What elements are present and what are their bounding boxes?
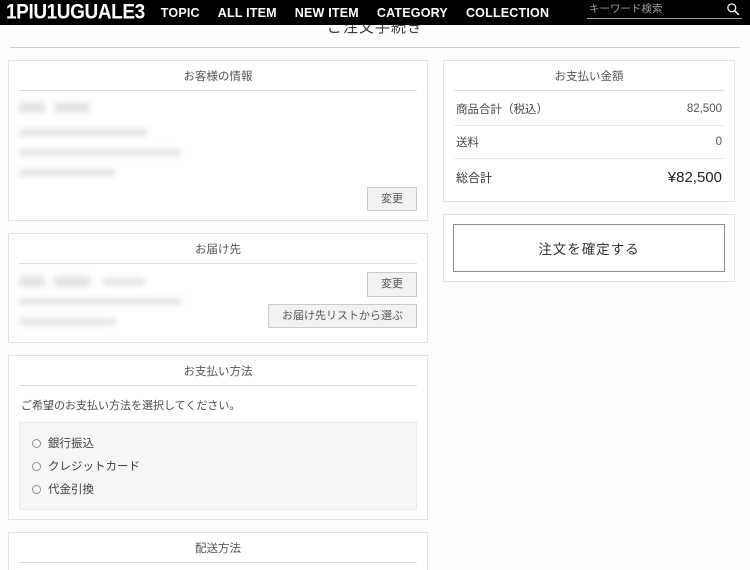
- payment-option-label: 代金引換: [48, 481, 94, 497]
- summary-value: 82,500: [687, 103, 722, 115]
- shipping-method-title: 配送方法: [19, 533, 417, 563]
- customer-phone-redacted: [19, 165, 417, 179]
- customer-info-actions: 変更: [19, 187, 417, 211]
- payment-option-bank-transfer[interactable]: 銀行振込: [32, 432, 404, 455]
- summary-label: 送料: [456, 134, 479, 150]
- radio-unchecked-icon[interactable]: [32, 462, 41, 471]
- summary-value: 0: [716, 136, 722, 148]
- address-change-button[interactable]: 変更: [367, 272, 417, 296]
- summary-row-shipping-fee: 送料 0: [454, 126, 724, 159]
- shipping-address-body: 変更 お届け先リストから選ぶ: [9, 264, 427, 342]
- payment-option-label: クレジットカード: [48, 458, 140, 474]
- nav-item-category[interactable]: CATEGORY: [377, 6, 448, 20]
- summary-row-grand-total: 総合計 ¥82,500: [454, 159, 724, 195]
- search-input[interactable]: [587, 3, 726, 16]
- order-confirm-card: 注文を確定する: [443, 214, 735, 282]
- payment-summary-body: 商品合計（税込） 82,500 送料 0 総合計 ¥82,500: [444, 91, 734, 201]
- nav-item-topic[interactable]: TOPIC: [161, 6, 200, 20]
- summary-label: 商品合計（税込）: [456, 101, 548, 117]
- search-icon[interactable]: [726, 2, 740, 16]
- shipping-method-card: 配送方法 佐川急便 最短日でのお届けとなります。: [8, 532, 428, 570]
- payment-method-title: お支払い方法: [19, 356, 417, 386]
- customer-info-body: 変更: [9, 91, 427, 220]
- site-header: 1PIU1UGUALE3 TOPIC ALL ITEM NEW ITEM CAT…: [0, 0, 750, 25]
- payment-method-card: お支払い方法 ご希望のお支払い方法を選択してください。 銀行振込 クレジットカー…: [8, 355, 428, 520]
- radio-unchecked-icon[interactable]: [32, 485, 41, 494]
- nav-item-all-item[interactable]: ALL ITEM: [218, 6, 277, 20]
- summary-total-label: 総合計: [456, 169, 492, 186]
- page-title: ご注文手続き: [0, 25, 750, 37]
- checkout-layout: お客様の情報 変更 お届け先: [0, 51, 750, 570]
- title-divider: [10, 47, 740, 48]
- nav-item-collection[interactable]: COLLECTION: [466, 6, 549, 20]
- shipping-address-actions: 変更 お届け先リストから選ぶ: [268, 272, 417, 335]
- checkout-right-column: お支払い金額 商品合計（税込） 82,500 送料 0 総合計 ¥82,500 …: [443, 60, 735, 294]
- payment-method-body: ご希望のお支払い方法を選択してください。 銀行振込 クレジットカード 代金引換: [9, 386, 427, 519]
- customer-address-redacted: [19, 145, 417, 159]
- page-title-band: ご注文手続き: [0, 25, 750, 51]
- payment-method-instruction: ご希望のお支払い方法を選択してください。: [19, 395, 417, 422]
- shipping-address-title: お届け先: [19, 234, 417, 264]
- summary-total-value: ¥82,500: [668, 169, 722, 186]
- payment-summary-title: お支払い金額: [454, 61, 724, 91]
- payment-option-credit-card[interactable]: クレジットカード: [32, 455, 404, 478]
- site-logo[interactable]: 1PIU1UGUALE3: [6, 2, 145, 23]
- payment-summary-card: お支払い金額 商品合計（税込） 82,500 送料 0 総合計 ¥82,500: [443, 60, 735, 202]
- payment-option-cash-on-delivery[interactable]: 代金引換: [32, 478, 404, 501]
- address-select-from-list-button[interactable]: お届け先リストから選ぶ: [268, 304, 417, 328]
- payment-option-label: 銀行振込: [48, 435, 94, 451]
- shipping-address-card: お届け先 変更 お届け先リストから選ぶ: [8, 233, 428, 343]
- shipping-method-body: 佐川急便 最短日でのお届けとなります。: [9, 563, 427, 570]
- payment-options-group: 銀行振込 クレジットカード 代金引換: [19, 422, 417, 510]
- nav-item-new-item[interactable]: NEW ITEM: [295, 6, 359, 20]
- summary-row-subtotal: 商品合計（税込） 82,500: [454, 93, 724, 126]
- customer-info-card: お客様の情報 変更: [8, 60, 428, 221]
- customer-info-title: お客様の情報: [19, 61, 417, 91]
- customer-name-redacted: [19, 100, 417, 114]
- confirm-order-button[interactable]: 注文を確定する: [453, 224, 725, 272]
- main-navigation: TOPIC ALL ITEM NEW ITEM CATEGORY COLLECT…: [161, 6, 549, 20]
- radio-unchecked-icon[interactable]: [32, 439, 41, 448]
- search-box: [587, 2, 742, 19]
- customer-email-redacted: [19, 125, 417, 139]
- checkout-left-column: お客様の情報 変更 お届け先: [8, 60, 428, 570]
- customer-change-button[interactable]: 変更: [367, 187, 417, 211]
